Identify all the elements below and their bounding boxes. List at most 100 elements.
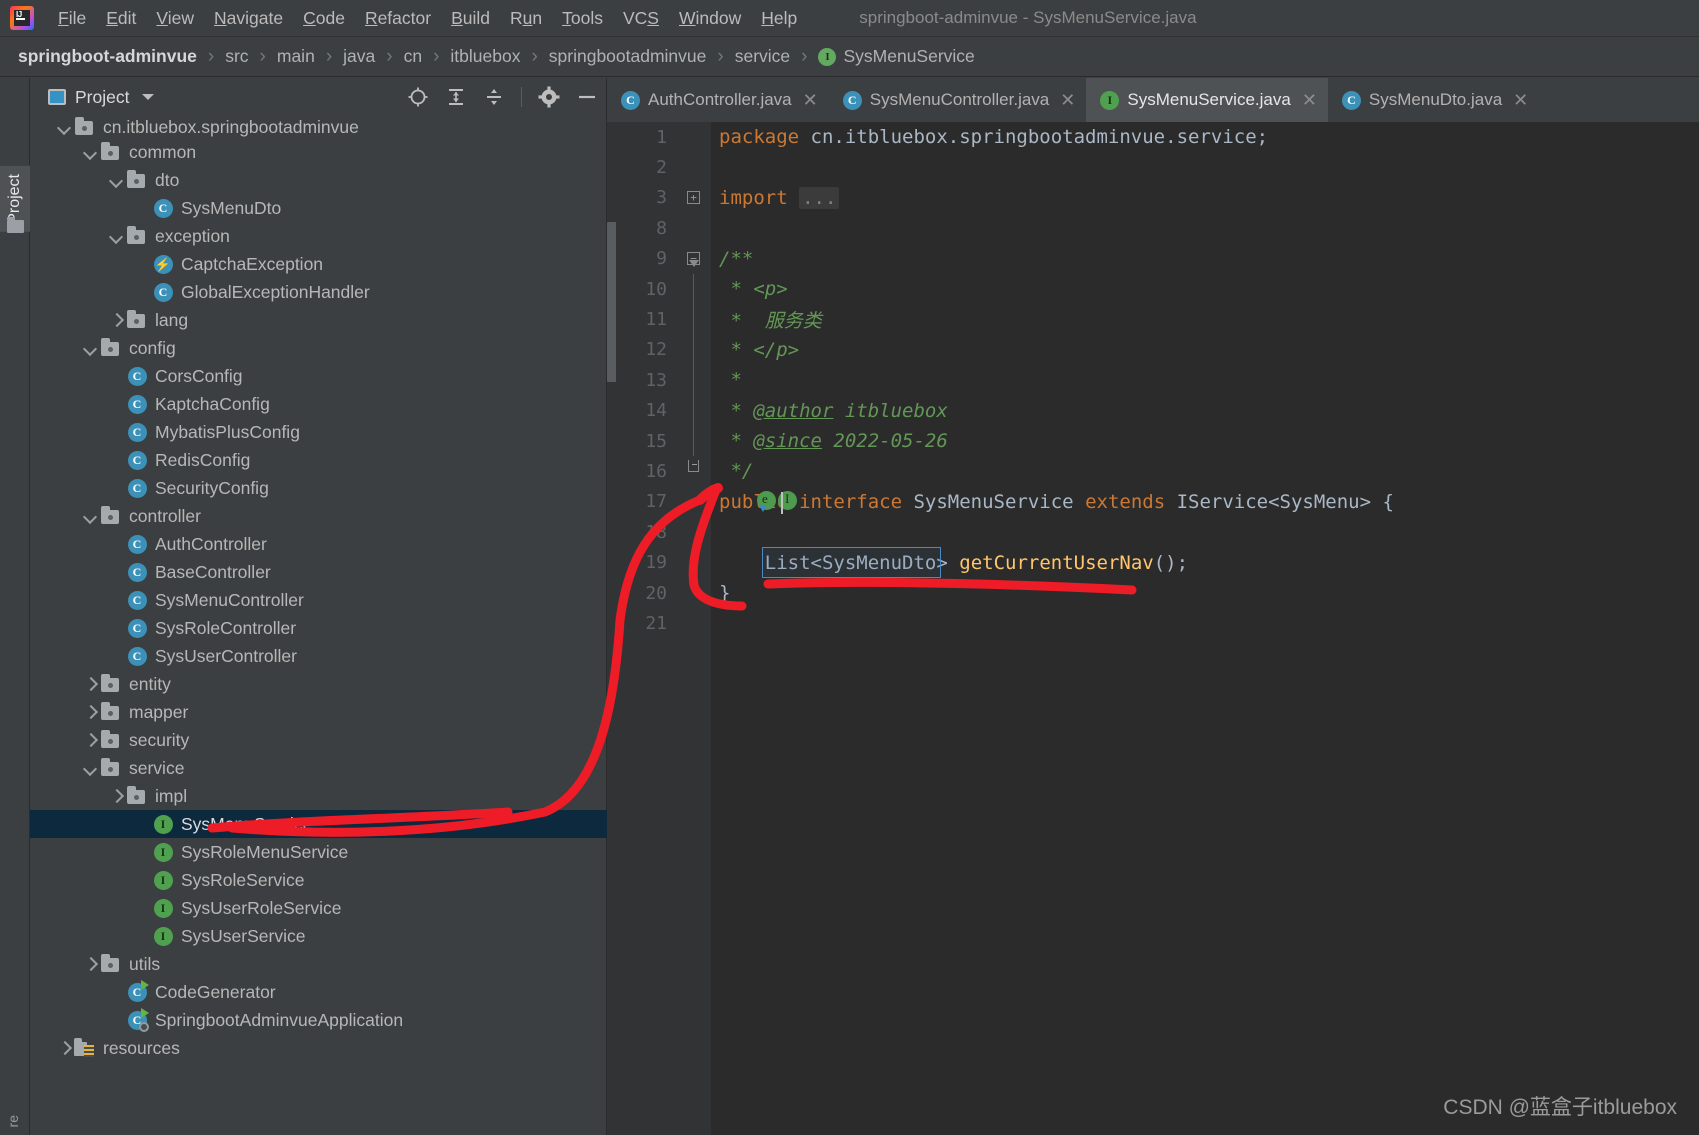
menu-help[interactable]: Help [751,0,807,37]
close-icon[interactable]: ✕ [1302,91,1317,109]
code-line-3[interactable]: 3 + import ... [607,183,1699,213]
tree-node-sysrolemenuservice[interactable]: I SysRoleMenuService [30,838,607,866]
menu-code[interactable]: Code [293,0,355,37]
fold-gutter-cell[interactable] [681,395,711,427]
expand-all-icon[interactable] [445,86,467,108]
tree-node-redisconfig[interactable]: C RedisConfig [30,446,607,474]
left-strip-bottom-label[interactable]: re [5,1115,21,1127]
tree-node-impl[interactable]: impl [30,782,607,810]
gear-icon[interactable] [538,86,560,108]
fold-gutter-cell[interactable]: + [681,183,711,213]
fold-gutter-cell[interactable] [681,304,711,335]
breadcrumb-item-service[interactable]: service [731,44,794,69]
tree-node-sysuserservice[interactable]: I SysUserService [30,922,607,950]
tree-node-sysusercontroller[interactable]: C SysUserController [30,642,607,670]
code-line-12[interactable]: 12 * </p> [607,334,1699,366]
tree-node-service[interactable]: service [30,754,607,782]
project-tree[interactable]: cn.itbluebox.springbootadminvue common dto… [30,116,607,1135]
code-line-18[interactable]: 18 [607,517,1699,547]
fold-gutter-cell[interactable] [681,365,711,396]
code-line-21[interactable]: 21 [607,608,1699,638]
menu-build[interactable]: Build [441,0,500,37]
breadcrumb-item-sysmenuservice[interactable]: I SysMenuService [814,44,978,69]
code-line-13[interactable]: 13 * [607,365,1699,396]
tree-node-lang[interactable]: lang [30,306,607,334]
code-line-16[interactable]: 16 */ [607,456,1699,486]
tree-node-basecontroller[interactable]: C BaseController [30,558,607,586]
gutter-marker-icons[interactable] [757,490,797,512]
fold-gutter-cell[interactable] [681,426,711,457]
close-icon[interactable]: ✕ [1513,91,1528,109]
tree-node-sysmenudto[interactable]: C SysMenuDto [30,194,607,222]
breadcrumb-item-springboot-adminvue[interactable]: springboot-adminvue [14,44,201,69]
code-line-2[interactable]: 2 [607,152,1699,182]
chevron-right-icon[interactable] [82,703,100,721]
menu-file[interactable]: File [48,0,96,37]
fold-gutter-cell[interactable] [681,334,711,366]
menu-vcs[interactable]: VCS [613,0,669,37]
menu-tools[interactable]: Tools [552,0,613,37]
tree-node-springbootadminvueapplication[interactable]: C SpringbootAdminvueApplication [30,1006,607,1034]
tree-node-resources[interactable]: resources [30,1034,607,1062]
code-line-15[interactable]: 15 * @since 2022-05-26 [607,426,1699,457]
fold-gutter-cell[interactable] [681,456,711,486]
code-line-10[interactable]: 10 * <p> [607,274,1699,305]
chevron-right-icon[interactable] [82,675,100,693]
tree-node-captchaexception[interactable]: ⚡ CaptchaException [30,250,607,278]
editor-tab-sysmenuservice-java[interactable]: I SysMenuService.java ✕ [1086,78,1328,122]
code-line-11[interactable]: 11 * 服务类 [607,304,1699,335]
breadcrumb-item-java[interactable]: java [339,44,379,69]
tree-node-sysuserroleservice[interactable]: I SysUserRoleService [30,894,607,922]
chevron-down-icon[interactable] [108,171,126,189]
tree-node-sysmenuservice[interactable]: I SysMenuService [30,810,607,838]
tree-node-mybatisplusconfig[interactable]: C MybatisPlusConfig [30,418,607,446]
editor-tab-sysmenucontroller-java[interactable]: C SysMenuController.java ✕ [829,78,1087,122]
tree-node-globalexceptionhandler[interactable]: C GlobalExceptionHandler [30,278,607,306]
collapse-all-icon[interactable] [483,86,505,108]
chevron-down-icon[interactable] [82,759,100,777]
menu-window[interactable]: Window [669,0,751,37]
tree-node-entity[interactable]: entity [30,670,607,698]
code-lines[interactable]: 1 package cn.itbluebox.springbootadminvue… [607,122,1699,1135]
chevron-down-icon[interactable] [82,339,100,357]
fold-gutter-cell[interactable] [681,487,797,517]
fold-gutter-cell[interactable] [681,153,711,183]
fold-gutter-cell[interactable] [681,274,711,305]
breadcrumb-item-itbluebox[interactable]: itbluebox [446,44,524,69]
chevron-right-icon[interactable] [108,311,126,329]
chevron-right-icon[interactable] [108,787,126,805]
menu-refactor[interactable]: Refactor [355,0,441,37]
tree-node-controller[interactable]: controller [30,502,607,530]
chevron-right-icon[interactable] [56,1039,74,1057]
code-line-9[interactable]: 9−/** [607,244,1699,274]
menu-edit[interactable]: Edit [96,0,146,37]
close-icon[interactable]: ✕ [1060,91,1075,109]
fold-expand-icon[interactable]: + [687,190,700,204]
breadcrumb-item-springbootadminvue[interactable]: springbootadminvue [545,44,711,69]
tree-node-exception[interactable]: exception [30,222,607,250]
tree-node-authcontroller[interactable]: C AuthController [30,530,607,558]
breadcrumb-item-src[interactable]: src [221,44,252,69]
select-opened-file-icon[interactable] [407,86,429,108]
fold-gutter-cell[interactable] [681,213,711,243]
chevron-right-icon[interactable] [82,731,100,749]
implemented-by-icon[interactable] [757,490,776,512]
tree-node-security[interactable]: security [30,726,607,754]
breadcrumb-item-main[interactable]: main [273,44,319,69]
fold-gutter-cell[interactable] [681,548,711,578]
tree-node-config[interactable]: config [30,334,607,362]
editor-tab-sysmenudto-java[interactable]: C SysMenuDto.java ✕ [1328,78,1539,122]
menu-view[interactable]: View [146,0,204,37]
tree-node-common[interactable]: common [30,138,607,166]
editor-tab-authcontroller-java[interactable]: C AuthController.java ✕ [607,78,829,122]
fold-gutter-cell[interactable] [681,122,711,152]
chevron-down-icon[interactable] [82,507,100,525]
code-line-1[interactable]: 1 package cn.itbluebox.springbootadminvue… [607,122,1699,152]
fold-gutter-cell[interactable] [681,578,711,608]
tree-node-utils[interactable]: utils [30,950,607,978]
tree-node-securityconfig[interactable]: C SecurityConfig [30,474,607,502]
tree-node-corsconfig[interactable]: C CorsConfig [30,362,607,390]
menu-navigate[interactable]: Navigate [204,0,293,37]
hide-tool-window-icon[interactable] [576,86,598,108]
tree-node-cn-itbluebox-springbootadminvue[interactable]: cn.itbluebox.springbootadminvue [30,116,607,138]
